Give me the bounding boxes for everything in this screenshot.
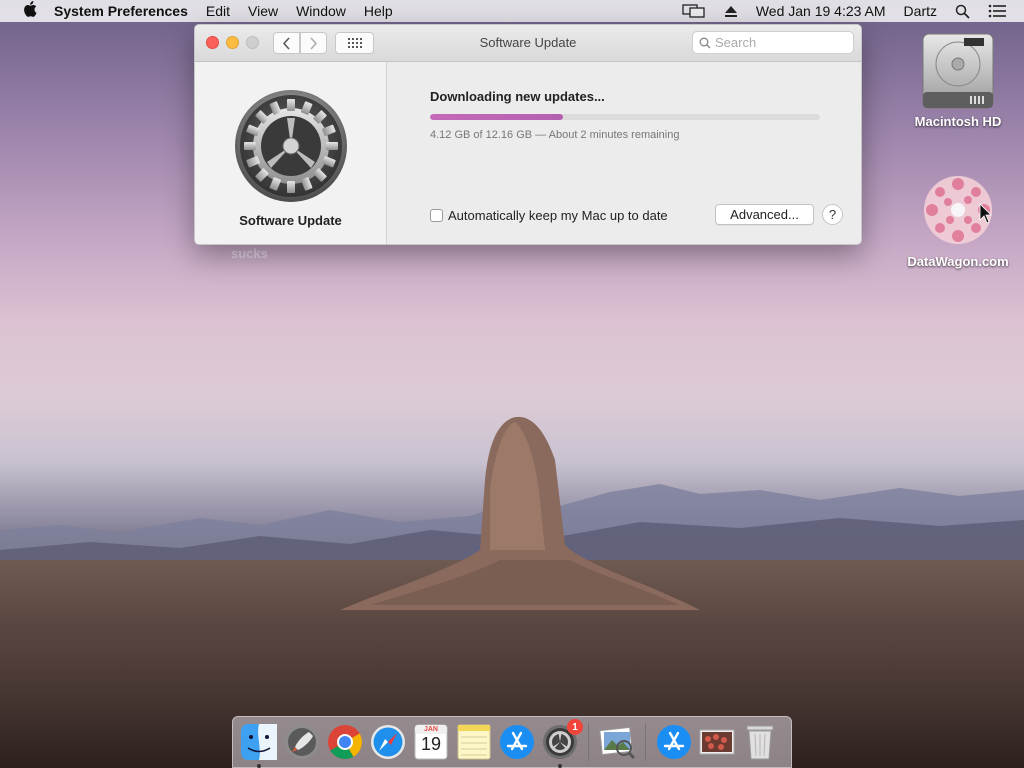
dock-item-calendar[interactable]: JAN 19 <box>411 722 451 762</box>
running-indicator <box>558 764 562 768</box>
dock-separator <box>645 723 646 761</box>
menu-edit[interactable]: Edit <box>206 3 230 19</box>
spotlight-search-icon[interactable] <box>955 4 970 19</box>
dock-item-chrome[interactable] <box>325 722 365 762</box>
dock-item-safari[interactable] <box>368 722 408 762</box>
dock-item-launchpad[interactable] <box>282 722 322 762</box>
dock-item-preview[interactable] <box>597 722 637 762</box>
hard-drive-icon <box>922 33 994 109</box>
rock-pinnacle <box>340 416 700 610</box>
display-mirroring-icon[interactable] <box>682 3 706 19</box>
pane-label: Software Update <box>239 213 342 228</box>
window-titlebar[interactable]: Software Update <box>195 25 861 62</box>
launchpad-rocket-icon <box>285 725 319 759</box>
auto-update-label[interactable]: Automatically keep my Mac up to date <box>448 208 668 223</box>
auto-update-checkbox[interactable] <box>430 209 443 222</box>
menubar-status-area: Wed Jan 19 4:23 AM Dartz <box>682 0 1024 22</box>
menu-bar: System Preferences Edit View Window Help… <box>0 0 1024 22</box>
eject-icon[interactable] <box>724 4 738 18</box>
notification-badge: 1 <box>567 719 583 735</box>
trash-icon <box>746 725 774 760</box>
menu-window[interactable]: Window <box>296 3 346 19</box>
dock-separator <box>588 723 589 761</box>
download-status-title: Downloading new updates... <box>430 89 605 104</box>
help-button[interactable]: ? <box>822 204 843 225</box>
notes-icon <box>457 724 491 760</box>
dock: JAN 19 1 <box>232 716 792 768</box>
pane-sidebar: Software Update <box>195 62 387 244</box>
app-store-icon <box>657 725 691 759</box>
menu-app-name[interactable]: System Preferences <box>54 3 188 19</box>
search-field[interactable] <box>692 31 854 54</box>
app-store-icon <box>500 725 534 759</box>
dock-item-finder[interactable] <box>239 722 279 768</box>
dock-item-app-store-downloads[interactable] <box>654 722 694 762</box>
running-indicator <box>257 764 261 768</box>
finder-icon <box>241 724 277 760</box>
apple-logo-icon[interactable] <box>20 1 40 21</box>
search-input[interactable] <box>715 35 845 50</box>
notification-center-icon[interactable] <box>988 4 1006 18</box>
auto-update-option[interactable]: Automatically keep my Mac up to date <box>430 208 668 223</box>
menubar-clock[interactable]: Wed Jan 19 4:23 AM <box>756 3 886 19</box>
download-progress-bar <box>430 114 820 120</box>
safari-compass-icon <box>371 725 405 759</box>
dock-item-photo-stack[interactable] <box>697 722 737 762</box>
desktop-icon-label: Macintosh HD <box>914 114 1002 129</box>
calendar-month: JAN <box>423 726 438 733</box>
search-icon <box>699 37 711 48</box>
photo-stack-icon <box>699 729 735 755</box>
desktop-icon-macintosh-hd[interactable]: Macintosh HD <box>898 32 1018 129</box>
menubar-user[interactable]: Dartz <box>904 3 937 19</box>
dock-item-trash[interactable] <box>740 722 780 762</box>
menu-view[interactable]: View <box>248 3 278 19</box>
dock-item-notes[interactable] <box>454 722 494 762</box>
advanced-button[interactable]: Advanced... <box>715 204 814 225</box>
desktop-icon-datawagon[interactable]: DataWagon.com <box>898 170 1018 269</box>
desktop-icon-label: DataWagon.com <box>907 254 1009 269</box>
flower-image-icon <box>924 176 992 244</box>
chrome-icon <box>328 725 362 759</box>
software-update-gear-icon <box>224 79 357 213</box>
dock-item-app-store[interactable] <box>497 722 537 762</box>
dock-item-system-preferences[interactable]: 1 <box>540 719 583 768</box>
download-progress-text: 4.12 GB of 12.16 GB — About 2 minutes re… <box>430 129 680 141</box>
desktop-ghost-text: sucks <box>231 246 268 261</box>
download-progress-fill <box>430 114 563 120</box>
calendar-day: 19 <box>420 734 442 754</box>
update-content: Downloading new updates... 4.12 GB of 12… <box>388 62 861 244</box>
preview-icon <box>599 726 636 760</box>
menu-help[interactable]: Help <box>364 3 393 19</box>
software-update-window: Software Update Search Software Update D… <box>194 24 862 245</box>
